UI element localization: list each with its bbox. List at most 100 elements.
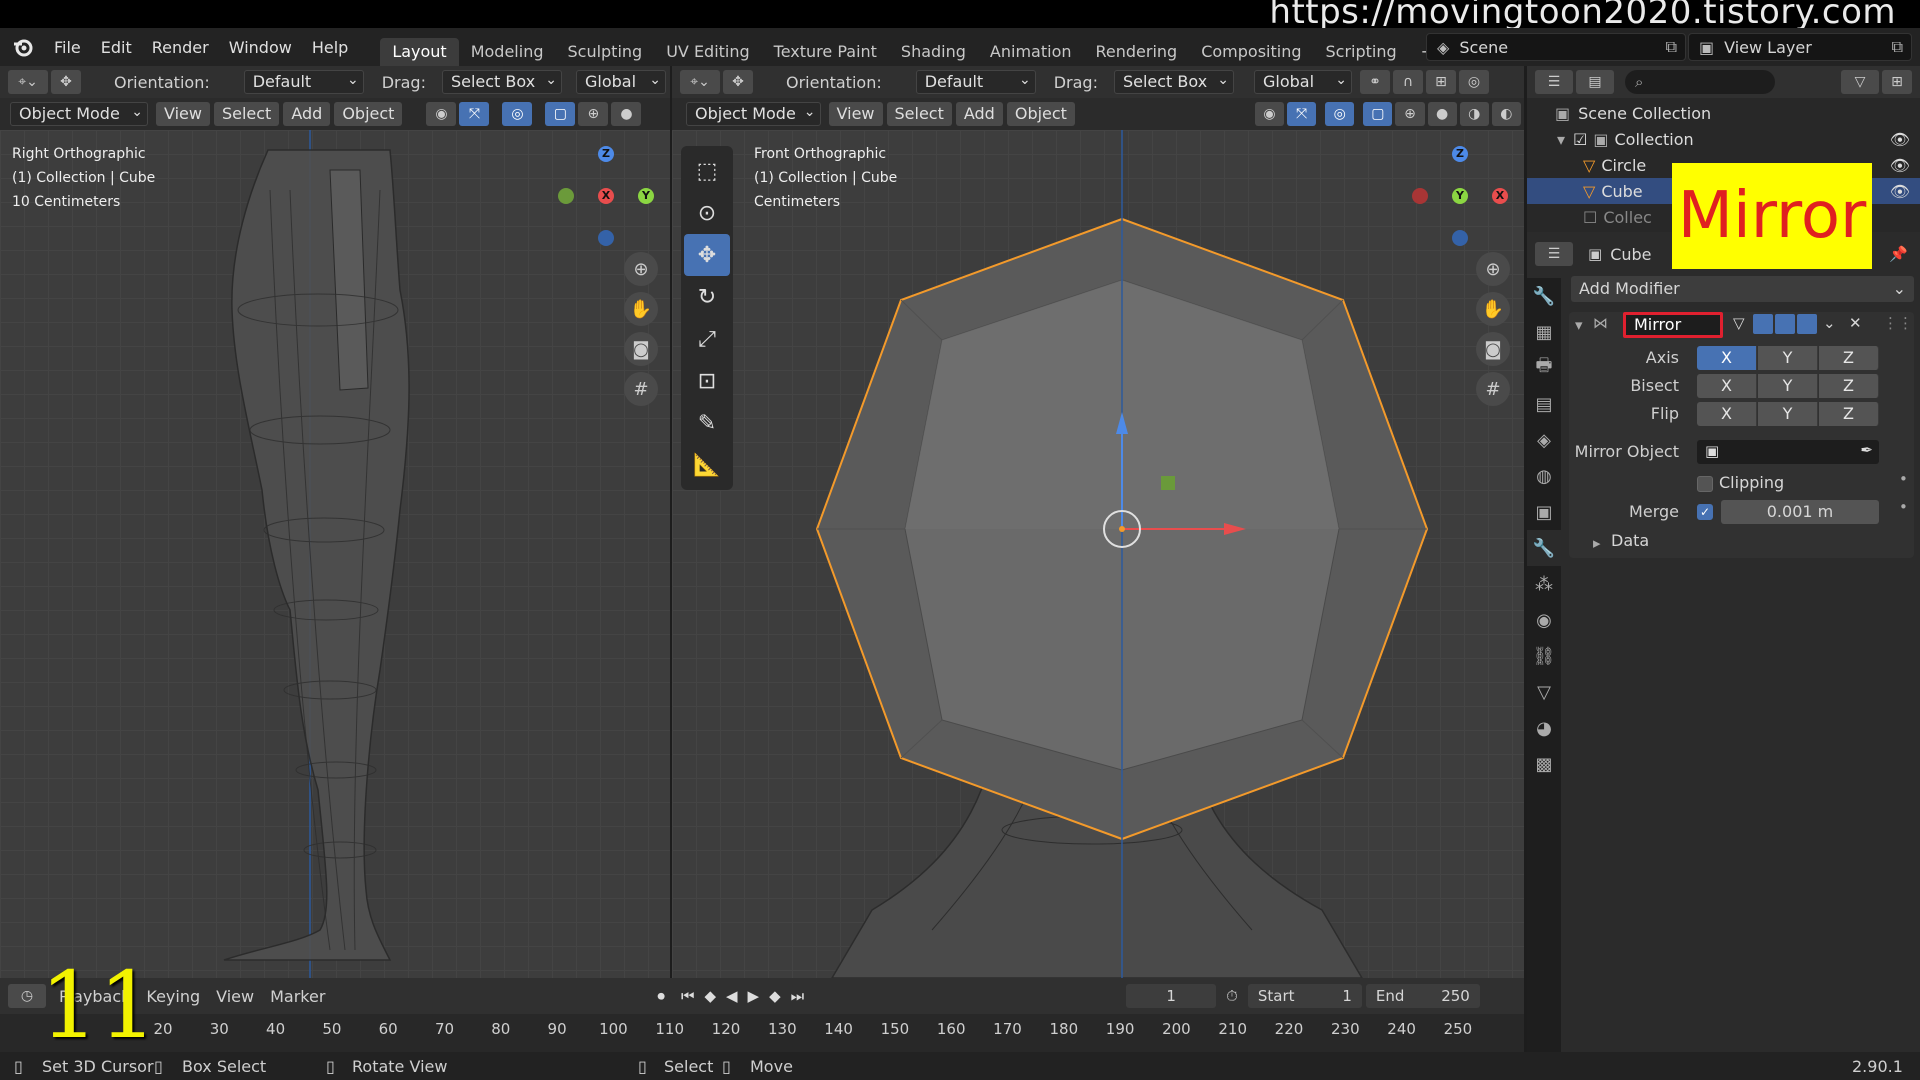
material-tab-icon[interactable]: ◕ (1527, 710, 1561, 746)
jump-start-icon[interactable]: ⏮ (681, 987, 695, 1005)
transform-move-icon[interactable]: ✥ (723, 70, 753, 94)
add-menu[interactable]: Add (955, 102, 1003, 126)
add-modifier-dropdown[interactable]: Add Modifier ⌄ (1571, 276, 1914, 302)
select-menu[interactable]: Select (886, 102, 952, 126)
zoom-icon[interactable]: ⊕ (624, 252, 658, 286)
gizmo-neg-y-axis[interactable] (558, 188, 574, 204)
expand-arrow-icon[interactable]: ▸ (1593, 534, 1601, 552)
select-menu[interactable]: Select (213, 102, 280, 126)
view-menu[interactable]: View (828, 102, 883, 126)
snap-target-icon[interactable]: ⊞ (1425, 70, 1456, 94)
gizmo-icon[interactable]: ⤧ (459, 102, 490, 126)
filter-icon[interactable]: ▽ (1841, 70, 1879, 94)
tab-compositing[interactable]: Compositing (1189, 38, 1313, 66)
scene-selector[interactable]: ◈ Scene ⧉ (1426, 33, 1686, 61)
object-tab-icon[interactable]: ▣ (1527, 494, 1561, 530)
view-menu[interactable]: View (216, 987, 254, 1006)
output-tab-icon[interactable]: 🖶 (1527, 350, 1561, 386)
constraints-tab-icon[interactable]: ⛓ (1527, 638, 1561, 674)
outliner-search-input[interactable]: ⌕ (1625, 70, 1775, 94)
modifier-tab-icon[interactable]: 🔧 (1527, 530, 1561, 566)
transform-space-dropdown[interactable]: Global (1253, 69, 1352, 94)
rotate-tool-icon[interactable]: ↻ (684, 276, 730, 318)
overlays-icon[interactable]: ◎ (1325, 102, 1355, 126)
zoom-icon[interactable]: ⊕ (1476, 252, 1510, 286)
chevron-down-icon[interactable]: ⌄ (1823, 314, 1836, 332)
scene-collection-row[interactable]: ▣ Scene Collection (1527, 100, 1920, 126)
view-layer-tab-icon[interactable]: ▤ (1527, 386, 1561, 422)
add-menu[interactable]: Add (283, 102, 331, 126)
solid-shading-icon[interactable]: ● (611, 102, 642, 126)
gizmo-neg-x-axis[interactable] (1412, 188, 1428, 204)
annotate-tool-icon[interactable]: ✎ (684, 402, 730, 444)
tab-rendering[interactable]: Rendering (1084, 38, 1190, 66)
tab-animation[interactable]: Animation (978, 38, 1084, 66)
tab-scripting[interactable]: Scripting (1314, 38, 1409, 66)
prev-keyframe-icon[interactable]: ◆ (704, 987, 716, 1005)
current-frame-field[interactable]: 1 (1126, 984, 1217, 1008)
ortho-grid-icon[interactable]: # (624, 372, 658, 406)
move-tool-icon[interactable]: ✥ (684, 234, 730, 276)
start-frame-field[interactable]: Start 1 (1247, 984, 1362, 1008)
record-icon[interactable]: ⏺ (657, 987, 665, 1005)
editor-type-icon[interactable]: ⌖⌄ (8, 70, 48, 94)
eye-icon[interactable]: 👁 (1890, 182, 1910, 201)
flip-y-toggle[interactable]: Y (1758, 402, 1818, 426)
tab-shading[interactable]: Shading (889, 38, 978, 66)
data-subpanel-label[interactable]: Data (1611, 531, 1649, 550)
transform-move-icon[interactable]: ✥ (51, 70, 81, 94)
drag-dropdown[interactable]: Select Box (1113, 69, 1234, 94)
bisect-y-toggle[interactable]: Y (1758, 374, 1818, 398)
properties-editor-icon[interactable]: ☰ (1535, 242, 1573, 266)
gizmo-y-axis[interactable]: Y (1452, 188, 1468, 204)
wireframe-shading-icon[interactable]: ⊕ (1395, 102, 1425, 126)
close-icon[interactable]: ✕ (1849, 314, 1862, 332)
xray-icon[interactable]: ▢ (1363, 102, 1393, 126)
solid-shading-icon[interactable]: ● (1427, 102, 1457, 126)
eye-icon[interactable]: 👁 (1890, 130, 1910, 149)
snap-magnet-icon[interactable]: ∩ (1392, 70, 1423, 94)
timeline-ruler[interactable]: 20 30 40 50 60 70 80 90 100 110 120 130 140 150 160 170… (0, 1016, 1524, 1046)
eye-icon[interactable]: 👁 (1890, 156, 1910, 175)
material-shading-icon[interactable]: ◑ (1459, 102, 1489, 126)
gizmo-neg-z-axis[interactable] (1452, 230, 1468, 246)
play-reverse-icon[interactable]: ◀ (726, 987, 738, 1005)
axis-y-toggle[interactable]: Y (1758, 346, 1818, 370)
menu-help[interactable]: Help (302, 38, 358, 57)
clipping-checkbox[interactable] (1697, 476, 1713, 492)
particles-tab-icon[interactable]: ⁂ (1527, 566, 1561, 602)
bisect-x-toggle[interactable]: X (1697, 374, 1757, 398)
play-icon[interactable]: ▶ (748, 987, 760, 1005)
marker-menu[interactable]: Marker (270, 987, 325, 1006)
visibility-icon[interactable]: ◉ (1254, 102, 1285, 126)
gizmo-x-axis[interactable]: X (598, 188, 614, 204)
flip-z-toggle[interactable]: Z (1819, 402, 1879, 426)
transform-space-dropdown[interactable]: Global (575, 69, 666, 94)
end-frame-field[interactable]: End 250 (1365, 984, 1480, 1008)
display-mode-icon[interactable]: ▤ (1576, 70, 1614, 94)
jump-end-icon[interactable]: ⏭ (791, 987, 805, 1005)
proportional-edit-icon[interactable]: ◎ (1458, 70, 1489, 94)
gizmo-x-axis[interactable]: X (1492, 188, 1508, 204)
visibility-icon[interactable]: ◉ (426, 102, 457, 126)
drag-dropdown[interactable]: Select Box (441, 69, 562, 94)
new-scene-icon[interactable]: ⧉ (1666, 37, 1677, 57)
tab-layout[interactable]: Layout (380, 38, 459, 66)
drag-handle-icon[interactable]: ⋮⋮ (1883, 314, 1913, 332)
menu-window[interactable]: Window (219, 38, 302, 57)
mirror-object-field[interactable]: ▣ ✒ (1697, 440, 1879, 464)
edit-mode-icon[interactable]: ▽ (1733, 314, 1745, 332)
axis-z-toggle[interactable]: Z (1819, 346, 1879, 370)
physics-tab-icon[interactable]: ◉ (1527, 602, 1561, 638)
menu-edit[interactable]: Edit (91, 38, 142, 57)
stopwatch-icon[interactable]: ⏱ (1226, 987, 1238, 1005)
viewport-display-icon[interactable] (1775, 314, 1795, 334)
object-menu[interactable]: Object (334, 102, 403, 126)
ortho-grid-icon[interactable]: # (1476, 372, 1510, 406)
right-viewport[interactable]: ⌖⌄ ✥ Orientation: Default Drag: Select B… (672, 66, 1524, 978)
render-icon[interactable] (1797, 314, 1817, 334)
flip-x-toggle[interactable]: X (1697, 402, 1757, 426)
bisect-z-toggle[interactable]: Z (1819, 374, 1879, 398)
new-collection-icon[interactable]: ⊞ (1882, 70, 1912, 94)
eyedropper-icon[interactable]: ✒ (1860, 441, 1873, 459)
